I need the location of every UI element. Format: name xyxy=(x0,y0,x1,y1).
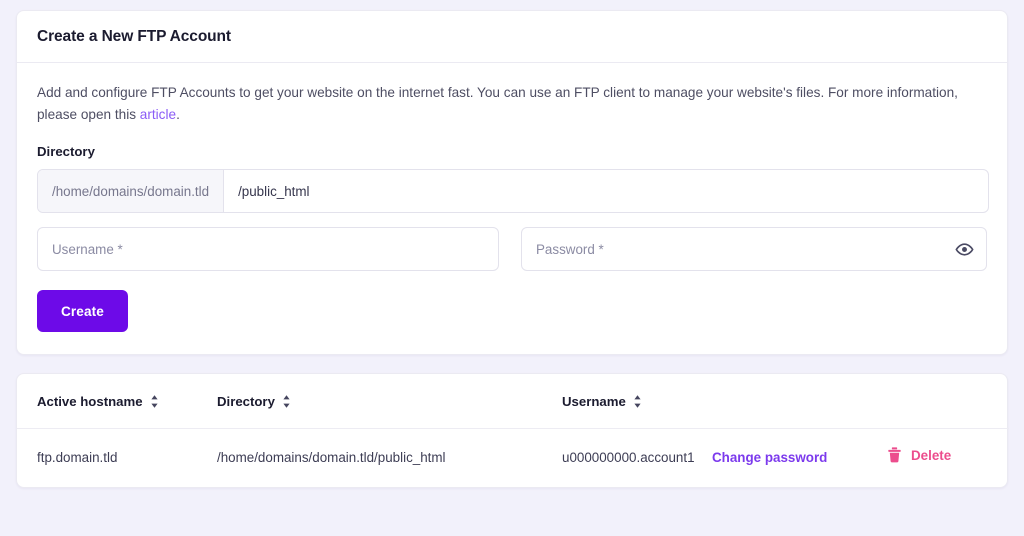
trash-icon xyxy=(887,447,902,463)
ftp-accounts-table: Active hostname Directory xyxy=(17,374,1009,487)
eye-icon[interactable] xyxy=(953,238,975,260)
column-header-username[interactable]: Username xyxy=(562,374,712,429)
create-ftp-account-card: Create a New FTP Account Add and configu… xyxy=(16,10,1008,355)
column-label: Active hostname xyxy=(37,394,143,409)
cell-directory: /home/domains/domain.tld/public_html xyxy=(217,429,562,488)
credentials-row xyxy=(37,227,987,271)
sort-updown-icon xyxy=(150,395,159,408)
card-header: Create a New FTP Account xyxy=(17,11,1007,63)
page-title: Create a New FTP Account xyxy=(37,28,987,46)
sort-updown-icon xyxy=(282,395,291,408)
page-root: Create a New FTP Account Add and configu… xyxy=(0,0,1024,536)
delete-label: Delete xyxy=(911,448,951,463)
directory-input[interactable] xyxy=(224,170,988,212)
create-button[interactable]: Create xyxy=(37,290,128,332)
column-label: Username xyxy=(562,394,626,409)
delete-button[interactable]: Delete xyxy=(887,447,951,463)
sort-username[interactable]: Username xyxy=(562,394,642,409)
column-header-active-hostname[interactable]: Active hostname xyxy=(17,374,217,429)
column-header-directory[interactable]: Directory xyxy=(217,374,562,429)
change-password-button[interactable]: Change password xyxy=(712,450,827,465)
directory-input-group: /home/domains/domain.tld xyxy=(37,169,989,213)
column-label: Directory xyxy=(217,394,275,409)
article-link[interactable]: article xyxy=(140,107,176,122)
table-header-row: Active hostname Directory xyxy=(17,374,1009,429)
column-header-delete xyxy=(887,374,1009,429)
sort-directory[interactable]: Directory xyxy=(217,394,291,409)
table-row: ftp.domain.tld /home/domains/domain.tld/… xyxy=(17,429,1009,488)
card-body: Add and configure FTP Accounts to get yo… xyxy=(17,63,1007,354)
cell-change-password: Change password xyxy=(712,429,887,488)
cell-delete: Delete xyxy=(887,429,1009,488)
password-field-wrapper xyxy=(521,227,987,271)
intro-text-part-2: . xyxy=(176,107,180,122)
table-body: ftp.domain.tld /home/domains/domain.tld/… xyxy=(17,429,1009,488)
directory-prefix-addon: /home/domains/domain.tld xyxy=(38,170,224,212)
username-input[interactable] xyxy=(37,227,499,271)
table-head: Active hostname Directory xyxy=(17,374,1009,429)
ftp-accounts-table-card: Active hostname Directory xyxy=(16,373,1008,488)
directory-label: Directory xyxy=(37,144,987,159)
sort-active-hostname[interactable]: Active hostname xyxy=(37,394,159,409)
cell-username: u000000000.account1 xyxy=(562,429,712,488)
intro-text: Add and configure FTP Accounts to get yo… xyxy=(37,82,982,126)
column-header-change-password xyxy=(712,374,887,429)
cell-hostname: ftp.domain.tld xyxy=(17,429,217,488)
sort-updown-icon xyxy=(633,395,642,408)
password-input[interactable] xyxy=(521,227,987,271)
